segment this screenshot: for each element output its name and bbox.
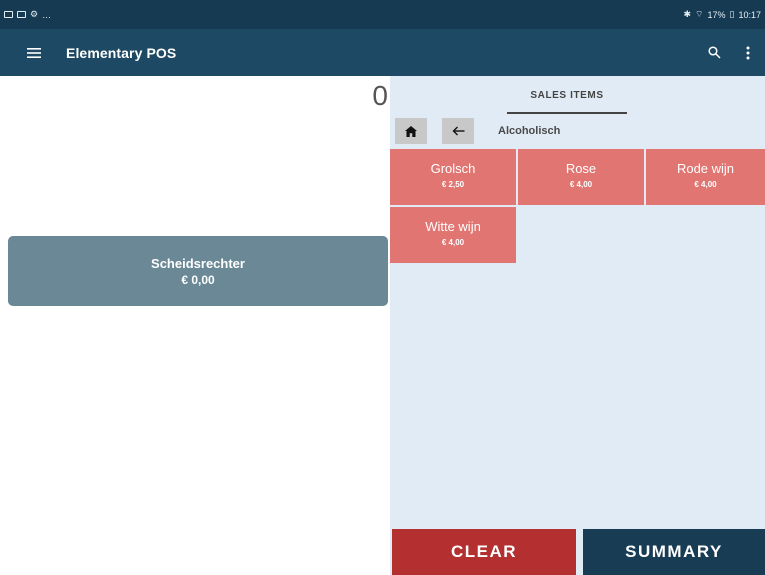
product-tile[interactable]: Rode wijn € 4,00 — [646, 149, 765, 205]
summary-button[interactable]: SUMMARY — [583, 529, 765, 575]
status-right: ✱ ⌔ 17% ▯ 10:17 — [683, 9, 761, 20]
app-bar: Elementary POS — [0, 29, 765, 76]
more-vert-icon[interactable] — [731, 29, 765, 76]
product-price: € 4,00 — [569, 180, 593, 189]
order-line-item[interactable]: Scheidsrechter € 0,00 — [8, 236, 388, 306]
product-name: Witte wijn — [425, 219, 481, 234]
product-name: Rode wijn — [676, 161, 735, 176]
status-left: ⚙ … — [4, 9, 51, 20]
menu-icon[interactable] — [16, 29, 52, 76]
gallery-notification-icon — [4, 11, 13, 18]
product-price: € 4,00 — [694, 180, 717, 189]
bluetooth-icon: ✱ — [683, 9, 692, 19]
battery-percent: 17% — [707, 9, 726, 20]
order-item-price: € 0,00 — [181, 272, 215, 287]
status-bar: ⚙ … ✱ ⌔ 17% ▯ 10:17 — [0, 0, 765, 29]
tab-sales-items-label: SALES ITEMS — [530, 90, 604, 101]
home-button[interactable] — [395, 118, 427, 144]
product-price: € 2,50 — [441, 180, 465, 189]
battery-icon: ▯ — [729, 9, 735, 19]
order-total: 0 — [372, 80, 388, 111]
back-button[interactable] — [442, 118, 474, 144]
wifi-icon: ⌔ — [695, 9, 704, 19]
app-title: Elementary POS — [66, 44, 177, 61]
home-icon — [405, 125, 417, 137]
search-icon[interactable] — [697, 29, 731, 76]
arrow-back-icon — [452, 126, 464, 136]
tab-sales-items[interactable]: SALES ITEMS — [505, 86, 629, 114]
tab-indicator — [507, 112, 627, 114]
product-name: Grolsch — [430, 161, 476, 176]
clear-button[interactable]: CLEAR — [392, 529, 576, 575]
message-notification-icon — [17, 11, 26, 18]
settings-notification-icon: ⚙ — [30, 9, 39, 19]
product-tile[interactable]: Rose € 4,00 — [518, 149, 644, 205]
product-name: Rose — [565, 161, 597, 176]
order-pane: 0 Scheidsrechter € 0,00 — [0, 76, 390, 575]
product-tile[interactable]: Grolsch € 2,50 — [390, 149, 516, 205]
product-price: € 4,00 — [441, 238, 465, 247]
product-tile[interactable]: Witte wijn € 4,00 — [390, 207, 516, 263]
more-notifications-text: … — [42, 9, 52, 20]
catalog-pane: SALES ITEMS Alcoholisch Grolsch € 2,50 R… — [390, 76, 765, 575]
breadcrumb: Alcoholisch — [498, 125, 561, 137]
clock: 10:17 — [738, 9, 761, 20]
order-item-name: Scheidsrechter — [151, 255, 245, 271]
